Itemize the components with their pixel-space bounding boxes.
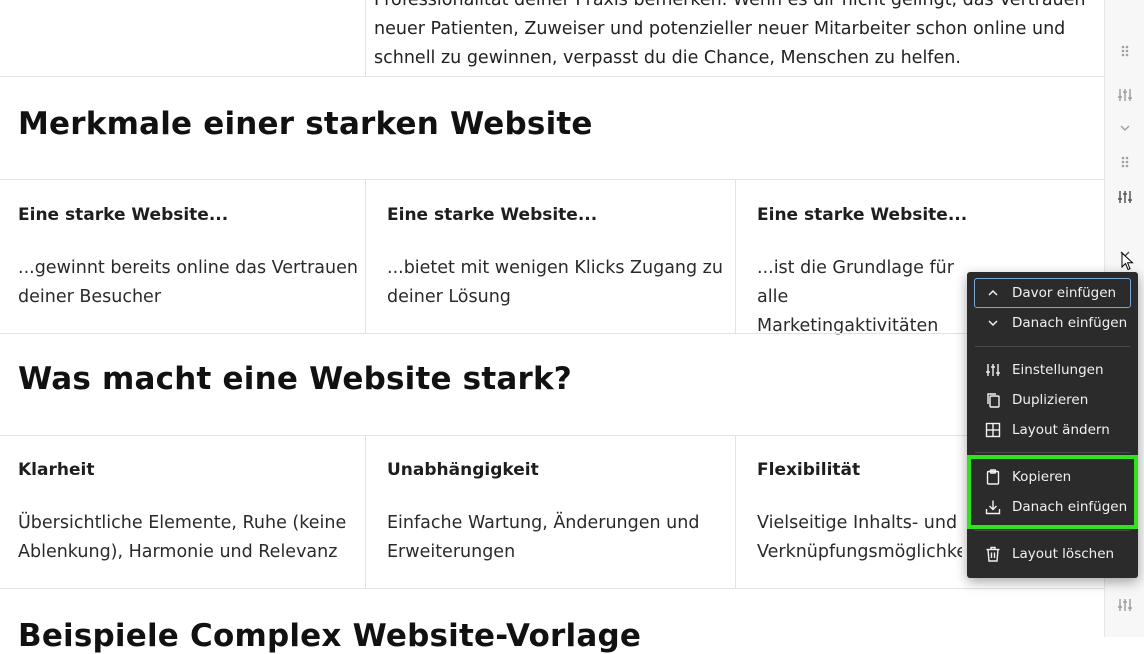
row-divider: [0, 435, 1104, 436]
row-context-menu: Davor einfügen Danach einfügen Einstellu…: [967, 272, 1138, 578]
heading-merkmale: Merkmale einer starken Website: [18, 106, 593, 142]
column-divider: [365, 180, 366, 333]
heading-beispiele: Beispiele Complex Website-Vorlage: [18, 618, 642, 654]
menu-separator: [975, 346, 1130, 347]
settings-item[interactable]: Einstellungen: [975, 356, 1130, 384]
row-divider: [0, 333, 1104, 334]
menu-label: Duplizieren: [1012, 392, 1089, 408]
trash-icon: [985, 546, 1001, 562]
sliders-icon: [985, 362, 1001, 378]
column-text: Übersichtliche Elemente, Ruhe (keine Abl…: [18, 513, 347, 562]
menu-label: Layout ändern: [1012, 422, 1110, 438]
column-divider: [365, 0, 366, 76]
menu-separator: [975, 530, 1130, 531]
menu-label: Danach einfügen: [1012, 315, 1128, 331]
column-title: Eine starke Website...: [757, 205, 968, 225]
column-title: Eine starke Website...: [387, 205, 598, 225]
settings-sliders-icon[interactable]: [1117, 87, 1133, 103]
column-title: Klarheit: [18, 460, 95, 480]
chevron-down-icon[interactable]: [1117, 120, 1133, 136]
column-divider: [365, 436, 366, 588]
focus-outline: [974, 278, 1131, 308]
settings-sliders-icon[interactable]: [1117, 189, 1133, 205]
drag-handle-icon[interactable]: [1117, 154, 1133, 170]
highlight-box: [967, 455, 1138, 529]
column-title: Eine starke Website...: [18, 205, 229, 225]
heading-was-macht: Was macht eine Website stark?: [18, 361, 572, 397]
column-text: Einfache Wartung, Änderungen und Erweite…: [387, 513, 700, 562]
row-divider: [0, 179, 1104, 180]
column-title: Unabhängigkeit: [387, 460, 539, 480]
column-text: ...gewinnt bereits online das Vertrauen …: [18, 258, 358, 307]
change-layout-item[interactable]: Layout ändern: [975, 416, 1130, 444]
mouse-cursor-icon: [1121, 251, 1135, 272]
intro-paragraph: Professionalität deiner Praxis bemerken.…: [374, 0, 1086, 68]
layout-grid-icon: [985, 422, 1001, 438]
column-divider: [735, 180, 736, 333]
page-content: Professionalität deiner Praxis bemerken.…: [0, 0, 1104, 654]
duplicate-icon: [985, 392, 1001, 408]
delete-layout-item[interactable]: Layout löschen: [975, 540, 1130, 568]
chevron-down-icon: [985, 315, 1001, 331]
column-text: Vielseitige Inhalts- und Verknüpfungsmög…: [757, 513, 962, 562]
column-title: Flexibilität: [757, 460, 861, 480]
column-text: ...bietet mit wenigen Klicks Zugang zu d…: [387, 258, 723, 307]
duplicate-item[interactable]: Duplizieren: [975, 386, 1130, 414]
column-text: ...ist die Grundlage für alle Marketinga…: [757, 258, 954, 336]
insert-after-item[interactable]: Danach einfügen: [975, 309, 1130, 337]
menu-label: Layout löschen: [1012, 546, 1115, 562]
row-divider: [0, 76, 1104, 77]
menu-label: Einstellungen: [1012, 362, 1104, 378]
drag-handle-icon[interactable]: [1117, 43, 1133, 59]
column-divider: [735, 436, 736, 588]
menu-separator: [975, 452, 1130, 453]
row-divider: [0, 588, 1104, 589]
settings-sliders-icon[interactable]: [1117, 597, 1133, 613]
